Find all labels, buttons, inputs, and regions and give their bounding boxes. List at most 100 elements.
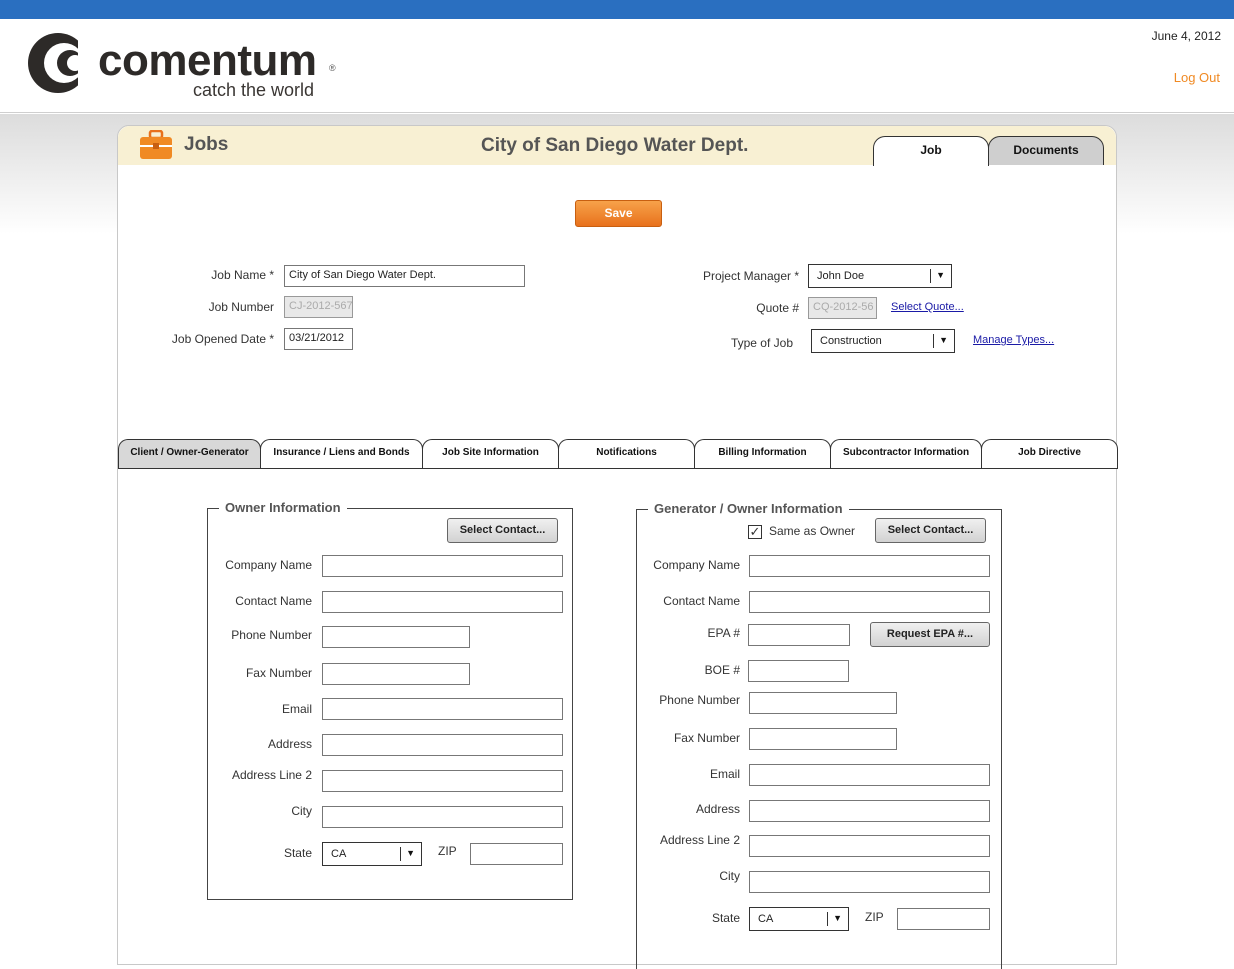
quote-label: Quote # <box>756 301 799 315</box>
job-number-input: CJ-2012-567 <box>284 296 353 318</box>
same-as-owner-checkbox[interactable]: ✓ <box>748 525 762 539</box>
briefcase-icon <box>140 130 172 159</box>
select-divider <box>400 847 401 861</box>
tab-job[interactable]: Job <box>873 136 989 166</box>
generator-state-label: State <box>711 911 740 925</box>
generator-contact-name-label: Contact Name <box>663 594 740 608</box>
generator-address2-input[interactable] <box>749 835 990 857</box>
save-button[interactable]: Save <box>575 200 662 227</box>
type-of-job-select[interactable]: Construction ▼ <box>811 329 955 353</box>
job-opened-date-input[interactable]: 03/21/2012 <box>284 328 353 350</box>
generator-city-input[interactable] <box>749 871 990 893</box>
generator-zip-input[interactable] <box>897 908 990 930</box>
job-name-label: Job Name * <box>211 268 274 282</box>
project-manager-value: John Doe <box>817 270 865 282</box>
generator-boe-label: BOE # <box>704 663 740 677</box>
generator-information-fieldset: Generator / Owner Information ✓ Same as … <box>636 501 1002 969</box>
owner-email-input[interactable] <box>322 698 563 720</box>
manage-types-link[interactable]: Manage Types... <box>973 334 1054 346</box>
owner-zip-label: ZIP <box>438 844 457 858</box>
registered-mark: ® <box>329 63 336 73</box>
tab-subcontractor-information[interactable]: Subcontractor Information <box>830 439 982 468</box>
checkmark-icon: ✓ <box>749 524 761 539</box>
select-divider <box>827 912 828 926</box>
current-date: June 4, 2012 <box>1151 29 1221 43</box>
tab-client-owner-generator[interactable]: Client / Owner-Generator <box>118 439 261 468</box>
owner-fax-input[interactable] <box>322 663 470 685</box>
tab-insurance-liens-bonds[interactable]: Insurance / Liens and Bonds <box>260 439 423 468</box>
generator-information-legend: Generator / Owner Information <box>648 501 849 516</box>
quote-input: CQ-2012-56 <box>808 297 877 319</box>
app-header: comentum ® catch the world June 4, 2012 … <box>0 19 1234 113</box>
generator-city-label: City <box>719 869 740 883</box>
dropdown-arrow-icon: ▼ <box>833 913 842 923</box>
generator-state-value: CA <box>758 913 774 925</box>
generator-company-name-label: Company Name <box>653 558 740 572</box>
tab-billing-information[interactable]: Billing Information <box>694 439 831 468</box>
type-of-job-value: Construction <box>820 335 882 347</box>
owner-company-name-input[interactable] <box>322 555 563 577</box>
owner-state-select[interactable]: CA ▼ <box>322 842 422 866</box>
jobs-panel: Jobs City of San Diego Water Dept. Job D… <box>117 125 1118 969</box>
generator-phone-input[interactable] <box>749 692 897 714</box>
owner-state-value: CA <box>331 848 347 860</box>
project-manager-select[interactable]: John Doe ▼ <box>808 264 952 288</box>
owner-phone-input[interactable] <box>322 626 470 648</box>
top-accent-bar <box>0 0 1234 19</box>
generator-epa-input[interactable] <box>748 624 850 646</box>
comentum-c-logo-icon <box>28 31 98 95</box>
owner-address-input[interactable] <box>322 734 563 756</box>
brand-name: comentum <box>98 36 317 85</box>
owner-address2-label: Address Line 2 <box>231 768 312 782</box>
owner-state-label: State <box>283 846 312 860</box>
tab-job-site-information[interactable]: Job Site Information <box>422 439 559 468</box>
generator-state-select[interactable]: CA ▼ <box>749 907 849 931</box>
owner-information-fieldset: Owner Information Select Contact... Comp… <box>207 500 573 900</box>
owner-select-contact-button[interactable]: Select Contact... <box>447 518 558 543</box>
select-quote-link[interactable]: Select Quote... <box>891 301 964 313</box>
owner-contact-name-input[interactable] <box>322 591 563 613</box>
generator-contact-name-input[interactable] <box>749 591 990 613</box>
generator-address-label: Address <box>695 802 740 816</box>
tab-job-directive[interactable]: Job Directive <box>981 439 1118 468</box>
generator-company-name-input[interactable] <box>749 555 990 577</box>
company-title: City of San Diego Water Dept. <box>481 135 749 156</box>
tab-notifications[interactable]: Notifications <box>558 439 695 468</box>
generator-email-label: Email <box>709 767 740 781</box>
owner-fax-label: Fax Number <box>245 666 312 680</box>
dropdown-arrow-icon: ▼ <box>936 270 945 280</box>
owner-address-label: Address <box>267 737 312 751</box>
dropdown-arrow-icon: ▼ <box>939 335 948 345</box>
select-divider <box>933 334 934 348</box>
owner-phone-label: Phone Number <box>231 628 312 642</box>
generator-phone-label: Phone Number <box>659 693 740 707</box>
logout-link[interactable]: Log Out <box>1174 70 1220 85</box>
owner-city-input[interactable] <box>322 806 563 828</box>
owner-zip-input[interactable] <box>470 843 563 865</box>
request-epa-button[interactable]: Request EPA #... <box>870 622 990 647</box>
project-manager-label: Project Manager * <box>702 269 799 283</box>
owner-city-label: City <box>291 804 312 818</box>
generator-address-input[interactable] <box>749 800 990 822</box>
generator-email-input[interactable] <box>749 764 990 786</box>
select-divider <box>930 269 931 283</box>
generator-zip-label: ZIP <box>865 910 884 924</box>
generator-select-contact-button[interactable]: Select Contact... <box>875 518 986 543</box>
owner-company-name-label: Company Name <box>225 558 312 572</box>
job-number-label: Job Number <box>208 300 274 314</box>
owner-email-label: Email <box>281 702 312 716</box>
brand-tagline: catch the world <box>193 80 315 100</box>
owner-contact-name-label: Contact Name <box>235 594 312 608</box>
type-of-job-label: Type of Job <box>730 336 793 350</box>
job-name-input[interactable]: City of San Diego Water Dept. <box>284 265 525 287</box>
generator-fax-input[interactable] <box>749 728 897 750</box>
generator-boe-input[interactable] <box>748 660 849 682</box>
section-title: Jobs <box>184 134 229 155</box>
panel-header: Jobs City of San Diego Water Dept. Job D… <box>118 126 1116 166</box>
tab-documents[interactable]: Documents <box>988 136 1104 165</box>
generator-epa-label: EPA # <box>707 626 740 640</box>
generator-address2-label: Address Line 2 <box>659 833 740 847</box>
owner-address2-input[interactable] <box>322 770 563 792</box>
generator-fax-label: Fax Number <box>673 731 740 745</box>
section-tab-bar: Client / Owner-Generator Insurance / Lie… <box>118 439 1118 469</box>
